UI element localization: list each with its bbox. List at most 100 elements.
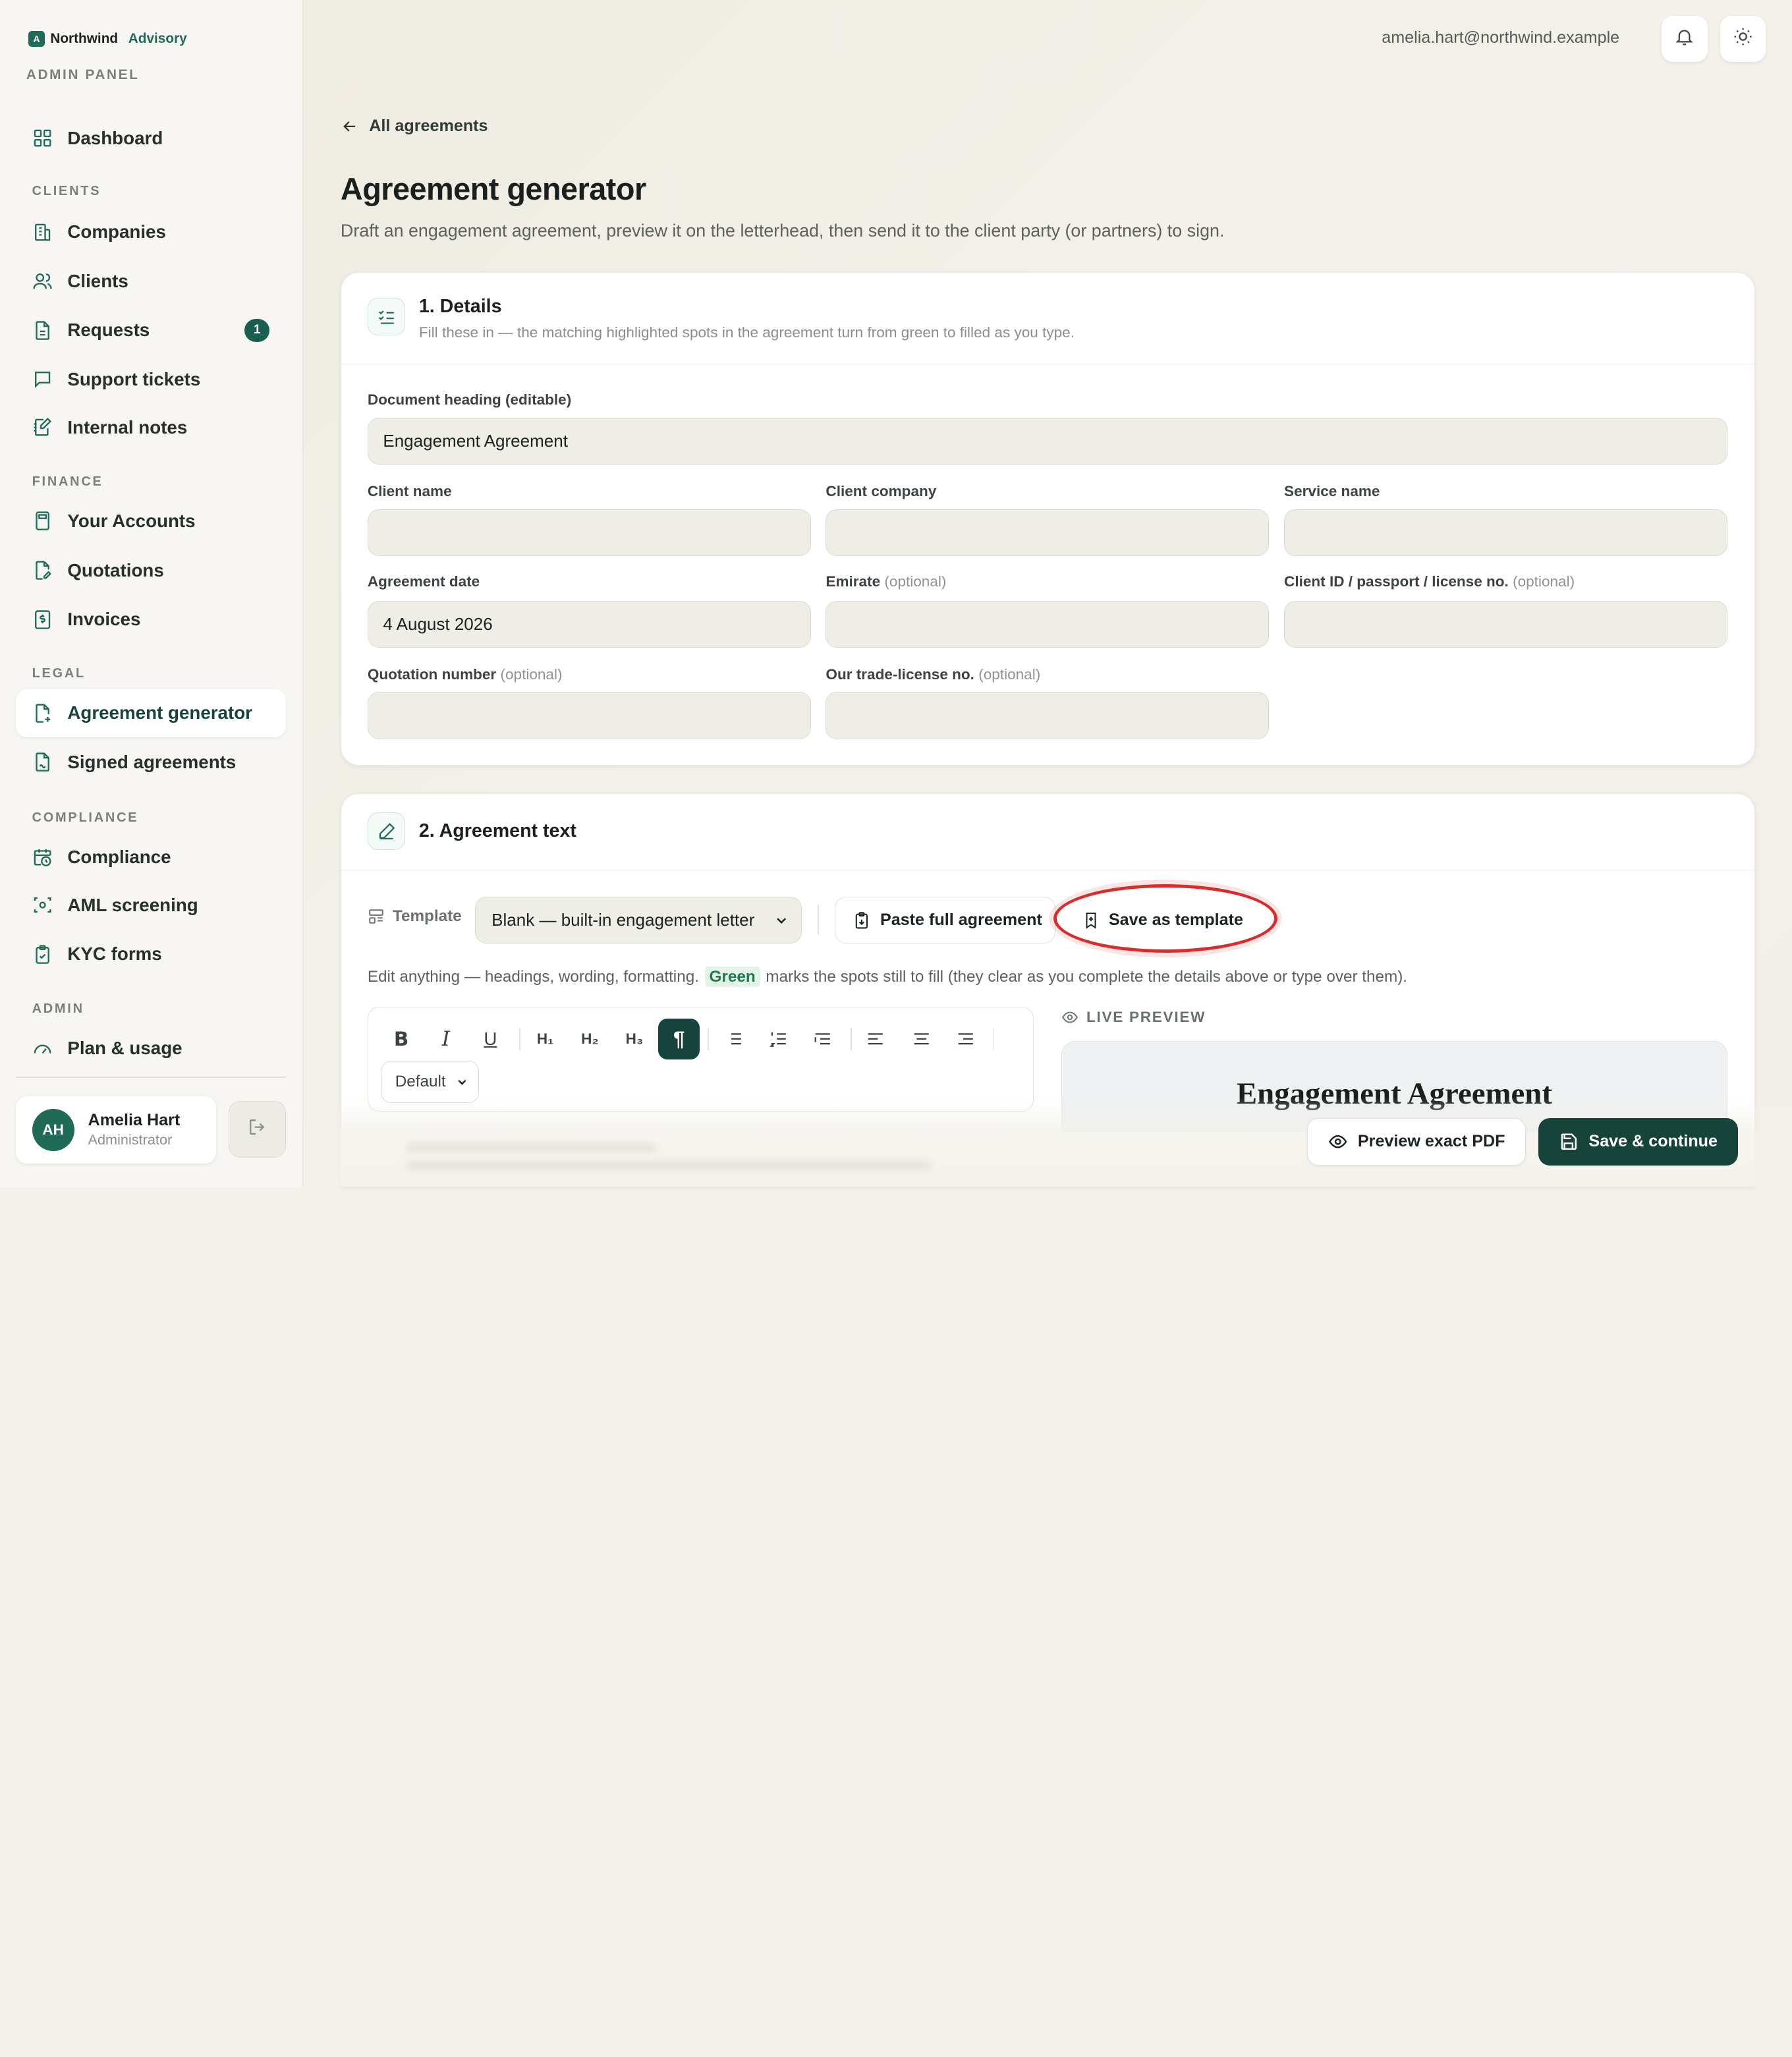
numbered-list-icon (769, 1032, 786, 1048)
users-icon (32, 271, 53, 291)
sidebar-item-plan-usage[interactable]: Plan & usage (16, 1024, 285, 1072)
nav-section-clients: CLIENTS (32, 184, 101, 199)
sidebar-item-label: Internal notes (67, 416, 188, 437)
sidebar-item-agreement-generator[interactable]: Agreement generator (16, 689, 286, 737)
requests-count-badge: 1 (244, 318, 270, 342)
divider (818, 905, 820, 935)
page-title: Agreement generator (340, 172, 646, 207)
template-icon (369, 909, 383, 924)
details-card: 1. Details Fill these in — the matching … (340, 271, 1756, 766)
heading-3-button[interactable]: H₃ (614, 1019, 655, 1059)
back-link[interactable]: All agreements (341, 117, 488, 136)
user-card[interactable]: AH Amelia Hart Administrator (16, 1096, 216, 1164)
dashboard-icon (32, 128, 53, 148)
sidebar-item-label: Compliance (67, 847, 171, 868)
editor-help-text: Edit anything — headings, wording, forma… (368, 966, 1407, 988)
agreement-text-header: 2. Agreement text (341, 794, 1755, 871)
align-right-button[interactable] (945, 1019, 986, 1059)
italic-button[interactable]: I (426, 1019, 466, 1059)
details-title: 1. Details (418, 295, 502, 317)
service-name-input[interactable] (1284, 509, 1728, 557)
sidebar-item-kyc-forms[interactable]: KYC forms (16, 930, 285, 978)
calculator-icon (32, 511, 53, 531)
sidebar-item-label: KYC forms (67, 944, 162, 965)
client-name-input[interactable] (367, 509, 811, 557)
live-preview-label: LIVE PREVIEW (1061, 1009, 1206, 1026)
preview-pdf-button[interactable]: Preview exact PDF (1307, 1117, 1526, 1166)
details-desc: Fill these in — the matching highlighted… (418, 324, 1075, 341)
sidebar-item-compliance[interactable]: Compliance (16, 833, 285, 882)
agreement-date-input[interactable]: 4 August 2026 (367, 600, 811, 648)
agreement-text-title: 2. Agreement text (418, 820, 576, 841)
align-center-icon (914, 1033, 929, 1045)
sidebar-item-signed-agreements[interactable]: Signed agreements (16, 739, 285, 787)
heading-label: Document heading (editable) (367, 391, 572, 409)
logout-button[interactable] (228, 1100, 286, 1158)
client-company-input[interactable] (826, 509, 1270, 557)
template-select[interactable]: Blank — built-in engagement letter (474, 896, 802, 944)
sidebar-item-companies[interactable]: Companies (16, 208, 285, 256)
quotation-number-input[interactable] (367, 692, 811, 739)
sidebar-item-support-tickets[interactable]: Support tickets (16, 355, 285, 403)
sidebar-item-label: Quotations (67, 559, 164, 580)
underline-button[interactable]: U (470, 1019, 511, 1059)
main-content: amelia.hart@northwind.example All agreem… (302, 0, 1792, 1187)
notifications-button[interactable] (1662, 16, 1708, 62)
paragraph-button[interactable]: ¶ (658, 1018, 700, 1060)
sun-icon (1733, 26, 1753, 51)
sidebar-item-label: Requests (67, 320, 150, 341)
sidebar-item-label: Clients (67, 270, 128, 291)
notes-edit-icon (32, 417, 53, 437)
eye-icon (1061, 1011, 1078, 1023)
sidebar-item-dashboard[interactable]: Dashboard (16, 114, 285, 162)
sidebar-item-label: AML screening (67, 894, 198, 915)
page-subtitle: Draft an engagement agreement, preview i… (340, 220, 1225, 240)
scan-icon (32, 895, 53, 915)
brand-sub: Advisory (128, 30, 187, 46)
back-link-label: All agreements (369, 116, 488, 135)
align-left-icon (868, 1033, 883, 1045)
sidebar-item-internal-notes[interactable]: Internal notes (16, 403, 285, 451)
chevron-down-icon (777, 917, 787, 924)
sidebar-item-invoices[interactable]: Invoices (16, 596, 285, 644)
sidebar-item-requests[interactable]: Requests 1 (16, 306, 285, 354)
trade-license-label: Our trade-license no. (optional) (826, 665, 1041, 683)
heading-2-button[interactable]: H₂ (569, 1019, 610, 1059)
file-signature-icon (32, 752, 53, 772)
sidebar-item-your-accounts[interactable]: Your Accounts (16, 497, 285, 546)
indent-list-button[interactable] (802, 1019, 843, 1059)
brand[interactable]: A Northwind Advisory (28, 30, 187, 47)
nav-section-legal: LEGAL (32, 666, 86, 681)
invoice-icon (32, 609, 53, 630)
align-center-button[interactable] (901, 1019, 941, 1059)
emirate-input[interactable] (826, 600, 1270, 648)
align-left-button[interactable] (855, 1019, 896, 1059)
calendar-clock-icon (32, 847, 53, 867)
emirate-label: Emirate (optional) (826, 573, 947, 590)
bold-button[interactable]: B (381, 1019, 422, 1059)
numbered-list-button[interactable] (758, 1019, 798, 1059)
client-id-input[interactable] (1284, 600, 1728, 648)
heading-1-button[interactable]: H₁ (524, 1019, 565, 1059)
template-label: Template (368, 907, 462, 926)
document-heading-input[interactable]: Engagement Agreement (367, 418, 1728, 465)
document-icon (32, 320, 53, 341)
sidebar-item-label: Plan & usage (67, 1037, 182, 1058)
sidebar-item-quotations[interactable]: Quotations (16, 546, 285, 594)
pencil-icon (367, 812, 406, 850)
eye-icon (1328, 1135, 1347, 1148)
theme-toggle-button[interactable] (1720, 16, 1766, 62)
sidebar-item-aml-screening[interactable]: AML screening (16, 881, 285, 929)
green-marker-tag: Green (704, 966, 760, 988)
save-continue-button[interactable]: Save & continue (1538, 1117, 1739, 1166)
avatar: AH (32, 1108, 74, 1151)
toolbar-divider (850, 1027, 852, 1051)
user-name: Amelia Hart (88, 1111, 181, 1130)
building-icon (32, 222, 53, 242)
bullet-list-button[interactable] (714, 1019, 754, 1059)
trade-license-input[interactable] (826, 692, 1270, 739)
sidebar-item-clients[interactable]: Clients (16, 257, 285, 305)
sidebar-item-label: Dashboard (67, 127, 163, 148)
sidebar-item-label: Invoices (67, 609, 141, 630)
paste-full-agreement-button[interactable]: Paste full agreement (835, 896, 1056, 944)
